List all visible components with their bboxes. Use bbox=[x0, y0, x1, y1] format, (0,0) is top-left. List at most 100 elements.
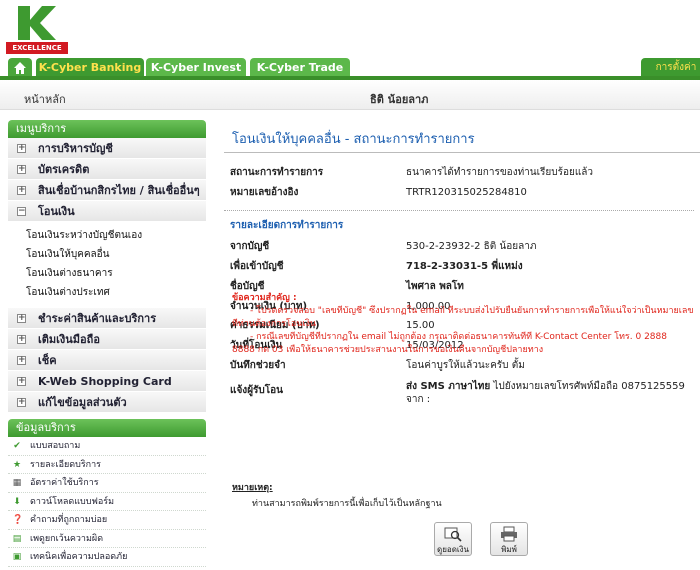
service-label: อัตราค่าใช้บริการ bbox=[30, 478, 99, 488]
sidebar-item-cheque[interactable]: + เช็ค bbox=[8, 350, 206, 371]
title-divider bbox=[224, 152, 700, 153]
lock-icon: ▣ bbox=[12, 552, 22, 562]
magnifier-icon bbox=[444, 527, 462, 542]
notify-value: ส่ง SMS ภาษาไทย ไปยังหมายเลขโทรศัพท์มือถ… bbox=[406, 380, 685, 406]
submenu-international[interactable]: โอนเงินต่างประเทศ bbox=[26, 283, 206, 302]
calculator-icon: ▦ bbox=[12, 478, 22, 488]
tab-k-cyber-trade[interactable]: K-Cyber Trade bbox=[250, 58, 350, 78]
notice-title: ข้อความสำคัญ : bbox=[232, 293, 297, 303]
notify-from: จาก : bbox=[406, 394, 431, 405]
printer-icon bbox=[501, 526, 517, 542]
sidebar-item-label: K-Web Shopping Card bbox=[38, 375, 172, 388]
checkmark-icon: ✔ bbox=[13, 441, 21, 451]
service-security-tips[interactable]: ▣ เทคนิคเพื่อความปลอดภัย bbox=[8, 548, 206, 567]
download-icon: ⬇ bbox=[13, 496, 21, 507]
view-balance-button[interactable]: ดูยอดเงิน bbox=[434, 522, 472, 556]
notify-phone: ไปยังหมายเลขโทรศัพท์มือถือ 0875125559 bbox=[490, 381, 685, 392]
view-balance-label: ดูยอดเงิน bbox=[437, 545, 469, 554]
detail-value: 530-2-23932-2 ธิติ น้อยลาภ bbox=[406, 241, 537, 252]
service-disclaimer[interactable]: ▤ เพดูยกเว้นความผิด bbox=[8, 530, 206, 548]
top-nav-tabs: K-Cyber Banking K-Cyber Invest K-Cyber T… bbox=[0, 58, 700, 78]
sidebar-item-label: บัตรเครดิต bbox=[38, 163, 90, 176]
important-notice: ข้อความสำคัญ : - โปรดตรวจสอบ "เลขที่บัญช… bbox=[232, 292, 700, 357]
transfer-submenu: โอนเงินระหว่างบัญชีตนเอง โอนเงินให้บุคคล… bbox=[8, 222, 206, 308]
tab-label: K-Cyber Invest bbox=[150, 61, 242, 74]
page-title: โอนเงินให้บุคคลอื่น - สถานะการทำรายการ bbox=[232, 132, 475, 147]
service-label: รายละเอียดบริการ bbox=[30, 459, 101, 470]
user-name: ธิติ น้อยลาภ bbox=[370, 93, 429, 106]
expand-icon: + bbox=[17, 334, 26, 344]
tab-label: K-Cyber Trade bbox=[256, 61, 344, 74]
sidebar-item-label: แก้ไขข้อมูลส่วนตัว bbox=[38, 396, 127, 409]
sidebar-item-label: สินเชื่อบ้านกสิกรไทย / สินเชื่ออื่นๆ bbox=[38, 184, 200, 197]
sidebar-item-label: โอนเงิน bbox=[38, 205, 75, 218]
expand-icon: + bbox=[17, 355, 26, 365]
sub-header: หน้าหลัก ธิติ น้อยลาภ bbox=[0, 80, 700, 110]
details-title: รายละเอียดการทำรายการ bbox=[230, 220, 344, 231]
sidebar-item-label: ชำระค่าสินค้าและบริการ bbox=[38, 312, 157, 325]
detail-value: 718-2-33031-5 พี่แหม่ง bbox=[406, 261, 523, 272]
home-link[interactable]: หน้าหลัก bbox=[24, 90, 66, 108]
service-label: เทคนิคเพื่อความปลอดภัย bbox=[30, 552, 128, 562]
expand-icon: + bbox=[17, 376, 26, 386]
submenu-other-person[interactable]: โอนเงินให้บุคคลอื่น bbox=[26, 245, 206, 264]
question-icon: ❓ bbox=[12, 515, 24, 525]
home-icon bbox=[14, 62, 26, 74]
k-logo-icon bbox=[12, 4, 60, 42]
service-label: แบบสอบถาม bbox=[30, 441, 81, 451]
submenu-other-bank[interactable]: โอนเงินต่างธนาคาร bbox=[26, 264, 206, 283]
tab-settings[interactable]: การตั้งค่า bbox=[641, 58, 700, 78]
sidebar-item-label: เติมเงินมือถือ bbox=[38, 333, 100, 346]
detail-value: โอนค่าบูรให้แล้วนะครับ ตั้ม bbox=[406, 360, 525, 371]
sidebar-item-loans[interactable]: + สินเชื่อบ้านกสิกรไทย / สินเชื่ออื่นๆ bbox=[8, 180, 206, 201]
tab-k-cyber-banking[interactable]: K-Cyber Banking bbox=[36, 58, 144, 78]
sidebar-item-bill-payment[interactable]: + ชำระค่าสินค้าและบริการ bbox=[8, 308, 206, 329]
service-fees[interactable]: ▦ อัตราค่าใช้บริการ bbox=[8, 474, 206, 493]
sidebar-item-shopping-card[interactable]: + K-Web Shopping Card bbox=[8, 371, 206, 392]
sidebar-item-mobile-topup[interactable]: + เติมเงินมือถือ bbox=[8, 329, 206, 350]
sidebar-item-credit-card[interactable]: + บัตรเครดิต bbox=[8, 159, 206, 180]
service-survey[interactable]: ✔ แบบสอบถาม bbox=[8, 437, 206, 456]
star-icon: ★ bbox=[12, 459, 22, 470]
status-value: ธนาคารได้ทำรายการของท่านเรียบร้อยแล้ว bbox=[406, 167, 594, 178]
logo-tagline: EXCELLENCE bbox=[6, 42, 68, 54]
home-tab[interactable] bbox=[8, 58, 32, 78]
service-faq[interactable]: ❓ คำถามที่ถูกถามบ่อย bbox=[8, 511, 206, 530]
status-label: สถานะการทำรายการ bbox=[230, 167, 324, 178]
service-label: เพดูยกเว้นความผิด bbox=[30, 533, 104, 544]
document-icon: ▤ bbox=[12, 533, 22, 544]
tab-label: K-Cyber Banking bbox=[38, 61, 142, 74]
notify-sms-lang: ส่ง SMS ภาษาไทย bbox=[406, 381, 491, 392]
notice-item-cont: ที่ท่านต้องการโอนเงิน bbox=[232, 319, 317, 329]
tab-label: การตั้งค่า bbox=[655, 62, 697, 73]
sidebar: เมนูบริการ + การบริหารบัญชี + บัตรเครดิต… bbox=[8, 120, 206, 567]
expand-icon: + bbox=[17, 143, 26, 153]
service-download-forms[interactable]: ⬇ ดาวน์โหลดแบบฟอร์ม bbox=[8, 493, 206, 511]
kbank-logo[interactable]: EXCELLENCE bbox=[6, 4, 68, 54]
service-details[interactable]: ★ รายละเอียดบริการ bbox=[8, 456, 206, 474]
print-label: พิมพ์ bbox=[501, 545, 517, 554]
tab-k-cyber-invest[interactable]: K-Cyber Invest bbox=[146, 58, 246, 78]
expand-icon: + bbox=[17, 313, 26, 323]
remark-title: หมายเหตุ: bbox=[232, 483, 273, 493]
detail-label: เพื่อเข้าบัญชี bbox=[230, 261, 284, 272]
collapse-icon: − bbox=[17, 206, 26, 216]
sidebar-item-profile[interactable]: + แก้ไขข้อมูลส่วนตัว bbox=[8, 392, 206, 413]
section-divider bbox=[224, 210, 694, 211]
sidebar-item-transfer[interactable]: − โอนเงิน bbox=[8, 201, 206, 222]
sidebar-item-account-management[interactable]: + การบริหารบัญชี bbox=[8, 138, 206, 159]
detail-label: จากบัญชี bbox=[230, 241, 270, 252]
notice-item-cont: 8888 กด 03 เพื่อให้ธนาคารช่วยประสานงานใน… bbox=[232, 345, 544, 355]
reference-value: TRTR120315025284810 bbox=[406, 187, 527, 198]
print-button[interactable]: พิมพ์ bbox=[490, 522, 528, 556]
sidebar-item-label: เช็ค bbox=[38, 354, 57, 367]
submenu-own-accounts[interactable]: โอนเงินระหว่างบัญชีตนเอง bbox=[26, 226, 206, 245]
expand-icon: + bbox=[17, 185, 26, 195]
expand-icon: + bbox=[17, 397, 26, 407]
remark-body: ท่านสามารถพิมพ์รายการนี้เพื่อเก็บไว้เป็น… bbox=[252, 499, 442, 509]
service-info-title: ข้อมูลบริการ bbox=[8, 419, 206, 437]
notice-item: - กรณีเลขที่บัญชีที่ปรากฏใน email ไม่ถูก… bbox=[250, 332, 667, 342]
service-label: คำถามที่ถูกถามบ่อย bbox=[30, 515, 108, 525]
notice-item: - โปรดตรวจสอบ "เลขที่บัญชี" ซึ่งปรากฏใน … bbox=[250, 306, 694, 316]
detail-label: บันทึกช่วยจำ bbox=[230, 360, 286, 371]
